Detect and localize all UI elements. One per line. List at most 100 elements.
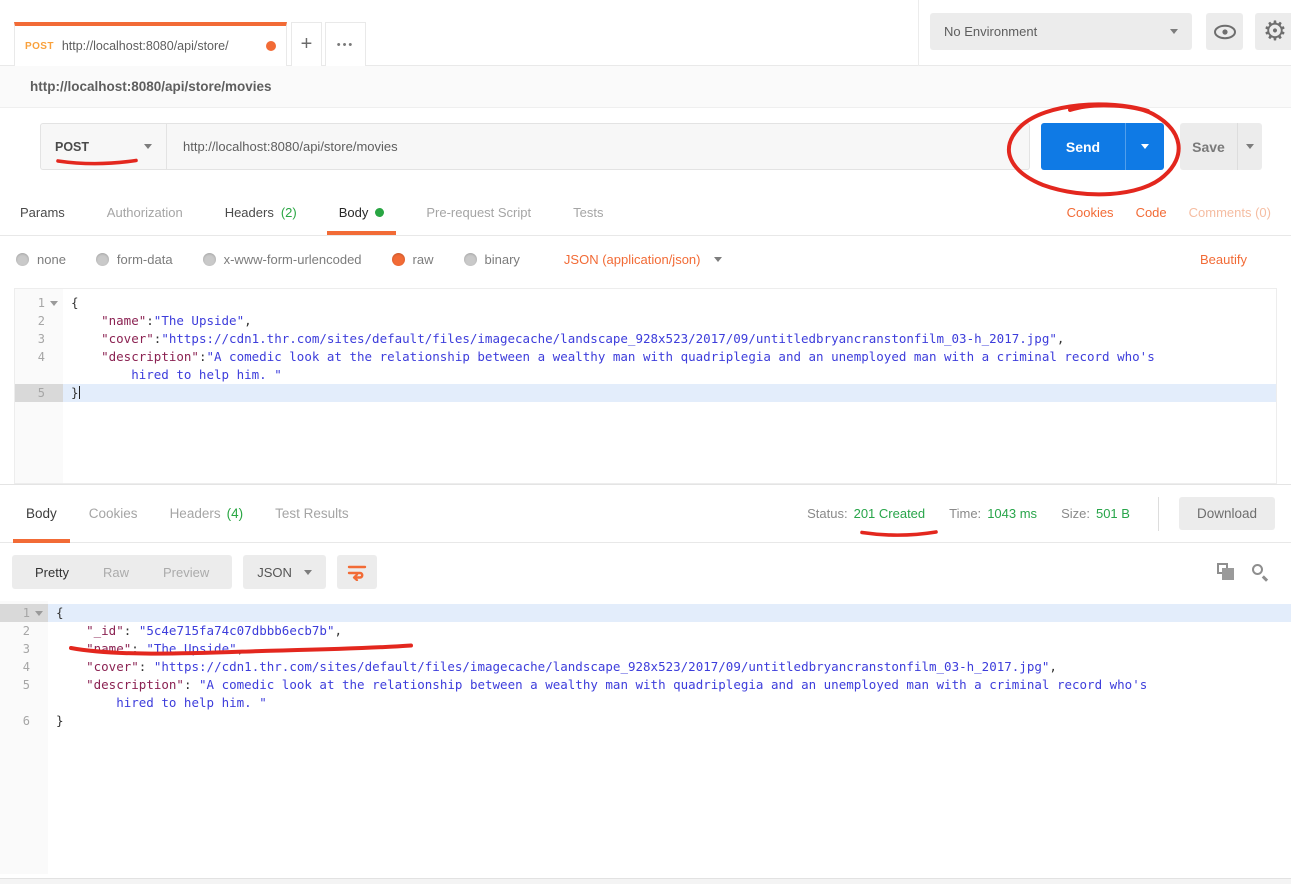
url-input[interactable] [167, 124, 1029, 169]
save-options-button[interactable] [1237, 123, 1262, 170]
code-line[interactable]: 1{ [0, 604, 1291, 622]
tab-bar: POST http://localhost:8080/api/store/ + … [0, 0, 1291, 66]
response-body-editor[interactable]: 1{2 "_id": "5c4e715fa74c07dbbb6ecb7b",3 … [0, 601, 1291, 874]
environment-preview-button[interactable] [1206, 13, 1243, 50]
tab-body[interactable]: Body [339, 190, 385, 235]
code-line[interactable]: 4 "cover": "https://cdn1.thr.com/sites/d… [0, 658, 1291, 676]
code-line[interactable]: 5} [15, 384, 1276, 402]
code-line[interactable]: hired to help him. " [0, 694, 1291, 712]
code-text: "description":"A comedic look at the rel… [63, 348, 1276, 366]
view-pretty[interactable]: Pretty [18, 565, 86, 580]
fold-arrow-icon[interactable] [35, 611, 43, 616]
line-number-gutter: 5 [0, 676, 48, 694]
tab-overflow-button[interactable]: ••• [325, 22, 366, 66]
tab-tests[interactable]: Tests [573, 190, 603, 235]
settings-button[interactable]: ⚙ [1255, 13, 1291, 50]
request-links: Cookies Code Comments (0) [1067, 205, 1271, 220]
code-link[interactable]: Code [1136, 205, 1167, 220]
headers-count: (2) [281, 205, 297, 220]
time-label: Time: [949, 506, 981, 521]
cookies-link[interactable]: Cookies [1067, 205, 1114, 220]
request-name-bar: http://localhost:8080/api/store/movies [0, 66, 1291, 108]
code-text: { [48, 604, 1291, 622]
view-preview[interactable]: Preview [146, 565, 226, 580]
postman-window: POST http://localhost:8080/api/store/ + … [0, 0, 1291, 884]
request-tab[interactable]: POST http://localhost:8080/api/store/ [14, 22, 287, 66]
mode-binary[interactable]: binary [464, 252, 520, 267]
new-tab-button[interactable]: + [291, 22, 322, 66]
chevron-down-icon [304, 570, 312, 575]
radio-icon [96, 253, 109, 266]
line-number-gutter: 4 [0, 658, 48, 676]
line-number-gutter [0, 694, 48, 712]
line-number-gutter: 5 [15, 384, 63, 402]
radio-icon [464, 253, 477, 266]
line-number-gutter: 1 [15, 294, 63, 312]
line-number-gutter [15, 366, 63, 384]
code-line[interactable]: 3 "name": "The Upside", [0, 640, 1291, 658]
response-format-dropdown[interactable]: JSON [243, 555, 326, 589]
chevron-down-icon [714, 257, 722, 262]
fold-arrow-icon[interactable] [50, 301, 58, 306]
code-line[interactable]: 6} [0, 712, 1291, 730]
size-value: 501 B [1096, 506, 1130, 521]
send-options-button[interactable] [1125, 123, 1164, 170]
eye-icon [1213, 24, 1237, 40]
wrap-text-icon [347, 563, 367, 581]
response-tab-headers[interactable]: Headers (4) [170, 485, 244, 542]
view-raw[interactable]: Raw [86, 565, 146, 580]
download-button[interactable]: Download [1179, 497, 1275, 530]
code-line[interactable]: 2 "_id": "5c4e715fa74c07dbbb6ecb7b", [0, 622, 1291, 640]
code-line[interactable]: 3 "cover":"https://cdn1.thr.com/sites/de… [15, 330, 1276, 348]
send-button-group: Send [1041, 123, 1164, 170]
code-line[interactable]: 5 "description": "A comedic look at the … [0, 676, 1291, 694]
code-line[interactable]: hired to help him. " [15, 366, 1276, 384]
response-tab-test-results[interactable]: Test Results [275, 485, 349, 542]
save-button[interactable]: Save [1180, 123, 1237, 170]
line-number-gutter: 4 [15, 348, 63, 366]
mode-raw[interactable]: raw [392, 252, 434, 267]
size-label: Size: [1061, 506, 1090, 521]
line-number-gutter: 3 [15, 330, 63, 348]
send-button[interactable]: Send [1041, 123, 1125, 170]
content-type-dropdown[interactable]: JSON (application/json) [564, 252, 723, 267]
radio-icon [16, 253, 29, 266]
code-line[interactable]: 1{ [15, 294, 1276, 312]
code-text: "_id": "5c4e715fa74c07dbbb6ecb7b", [48, 622, 1291, 640]
code-text: "name":"The Upside", [63, 312, 1276, 330]
wrap-text-button[interactable] [337, 555, 377, 589]
comments-link[interactable]: Comments (0) [1189, 205, 1271, 220]
environment-select[interactable]: No Environment [930, 13, 1192, 50]
tab-pre-request-script[interactable]: Pre-request Script [426, 190, 531, 235]
code-line[interactable]: 4 "description":"A comedic look at the r… [15, 348, 1276, 366]
mode-none[interactable]: none [16, 252, 66, 267]
code-line[interactable]: 2 "name":"The Upside", [15, 312, 1276, 330]
request-builder: POST Send Save [0, 108, 1291, 190]
code-text: "name": "The Upside", [48, 640, 1291, 658]
chevron-down-icon [1170, 29, 1178, 34]
response-status-area: Status: 201 Created Time: 1043 ms Size: … [807, 497, 1281, 531]
response-tab-cookies[interactable]: Cookies [89, 485, 138, 542]
tab-params[interactable]: Params [20, 190, 65, 235]
response-tab-body[interactable]: Body [26, 485, 57, 542]
method-dropdown[interactable]: POST [41, 124, 167, 169]
tab-title: http://localhost:8080/api/store/ [62, 39, 258, 53]
mode-x-www-form-urlencoded[interactable]: x-www-form-urlencoded [203, 252, 362, 267]
copy-response-button[interactable] [1217, 563, 1235, 581]
code-text: } [48, 712, 1291, 730]
tab-authorization[interactable]: Authorization [107, 190, 183, 235]
beautify-link[interactable]: Beautify [1200, 252, 1247, 267]
search-response-button[interactable] [1251, 563, 1269, 581]
method-label: POST [55, 140, 89, 154]
line-number-gutter: 2 [15, 312, 63, 330]
code-text: hired to help him. " [63, 366, 1276, 384]
tab-headers[interactable]: Headers (2) [225, 190, 297, 235]
status-value: 201 Created [854, 506, 926, 521]
request-body-editor[interactable]: 1{2 "name":"The Upside",3 "cover":"https… [14, 288, 1277, 484]
response-icon-group [1217, 563, 1269, 581]
tab-method-label: POST [25, 41, 54, 52]
code-text: hired to help him. " [48, 694, 1291, 712]
horizontal-scrollbar[interactable] [0, 878, 1291, 884]
status-divider [1158, 497, 1159, 531]
mode-form-data[interactable]: form-data [96, 252, 173, 267]
